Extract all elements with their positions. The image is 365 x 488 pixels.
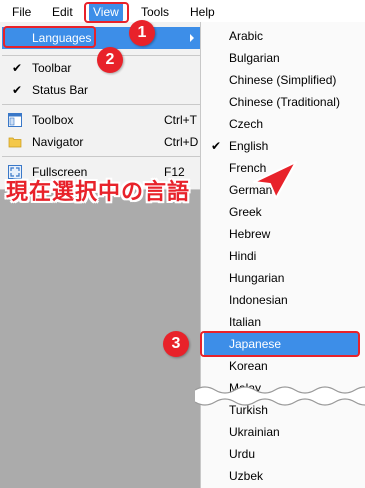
- step-badge-3: 3: [163, 331, 189, 357]
- menu-tools[interactable]: Tools: [137, 3, 173, 21]
- menu-item-toolbox[interactable]: Toolbox Ctrl+T: [2, 109, 200, 131]
- folder-icon: [8, 137, 22, 148]
- step-badge-2: 2: [97, 47, 123, 73]
- checkmark-icon: ✔: [12, 83, 23, 97]
- language-item-english[interactable]: ✔ English: [201, 135, 365, 157]
- language-label: Uzbek: [229, 469, 264, 483]
- menu-item-status-bar[interactable]: ✔ Status Bar: [2, 79, 200, 101]
- toolbox-shortcut: Ctrl+T: [164, 113, 197, 127]
- menu-help[interactable]: Help: [186, 3, 219, 21]
- language-label: Chinese (Traditional): [229, 95, 340, 109]
- language-item-ukrainian[interactable]: Ukrainian: [201, 421, 365, 443]
- status-bar-label: Status Bar: [32, 83, 89, 97]
- language-label: Italian: [229, 315, 262, 329]
- menu-separator: [2, 104, 202, 105]
- language-label: Indonesian: [229, 293, 288, 307]
- languages-submenu: Arabic Bulgarian Chinese (Simplified) Ch…: [200, 22, 365, 488]
- annotation-box-japanese: [200, 331, 360, 357]
- menu-edit[interactable]: Edit: [48, 3, 77, 21]
- language-label: Bulgarian: [229, 51, 280, 65]
- menu-separator: [2, 156, 202, 157]
- menu-file[interactable]: File: [8, 3, 35, 21]
- language-item-chinese-simplified[interactable]: Chinese (Simplified): [201, 69, 365, 91]
- navigator-label: Navigator: [32, 135, 84, 149]
- current-language-note: 現在選択中の言語: [6, 180, 191, 205]
- language-item-czech[interactable]: Czech: [201, 113, 365, 135]
- torn-edge-divider: [195, 386, 365, 406]
- toolbox-icon: [8, 113, 22, 127]
- language-label: Greek: [229, 205, 262, 219]
- language-item-greek[interactable]: Greek: [201, 201, 365, 223]
- pointer-arrow-icon: [253, 161, 297, 199]
- annotation-box-languages: [3, 26, 96, 48]
- language-item-hebrew[interactable]: Hebrew: [201, 223, 365, 245]
- checkmark-icon: ✔: [12, 61, 23, 75]
- menu-item-navigator[interactable]: Navigator Ctrl+D: [2, 131, 200, 153]
- submenu-arrow-icon: [190, 34, 194, 42]
- language-label: Czech: [229, 117, 264, 131]
- language-item-indonesian[interactable]: Indonesian: [201, 289, 365, 311]
- language-item-korean[interactable]: Korean: [201, 355, 365, 377]
- language-label: Chinese (Simplified): [229, 73, 337, 87]
- checkmark-icon: ✔: [211, 139, 222, 153]
- language-item-urdu[interactable]: Urdu: [201, 443, 365, 465]
- language-item-hindi[interactable]: Hindi: [201, 245, 365, 267]
- language-label: Korean: [229, 359, 268, 373]
- menu-bar: File Edit View Tools Help: [0, 0, 365, 24]
- language-label: Arabic: [229, 29, 264, 43]
- language-label: Hungarian: [229, 271, 285, 285]
- language-label: Urdu: [229, 447, 256, 461]
- navigator-shortcut: Ctrl+D: [164, 135, 199, 149]
- language-label: English: [229, 139, 269, 153]
- language-item-italian[interactable]: Italian: [201, 311, 365, 333]
- language-label: Hindi: [229, 249, 257, 263]
- annotation-box-view: [84, 2, 129, 23]
- language-item-bulgarian[interactable]: Bulgarian: [201, 47, 365, 69]
- toolbox-label: Toolbox: [32, 113, 74, 127]
- step-badge-1: 1: [129, 20, 155, 46]
- language-label: Ukrainian: [229, 425, 280, 439]
- language-item-arabic[interactable]: Arabic: [201, 25, 365, 47]
- language-item-hungarian[interactable]: Hungarian: [201, 267, 365, 289]
- language-label: Hebrew: [229, 227, 271, 241]
- language-item-uzbek[interactable]: Uzbek: [201, 465, 365, 487]
- language-item-chinese-traditional[interactable]: Chinese (Traditional): [201, 91, 365, 113]
- toolbar-label: Toolbar: [32, 61, 72, 75]
